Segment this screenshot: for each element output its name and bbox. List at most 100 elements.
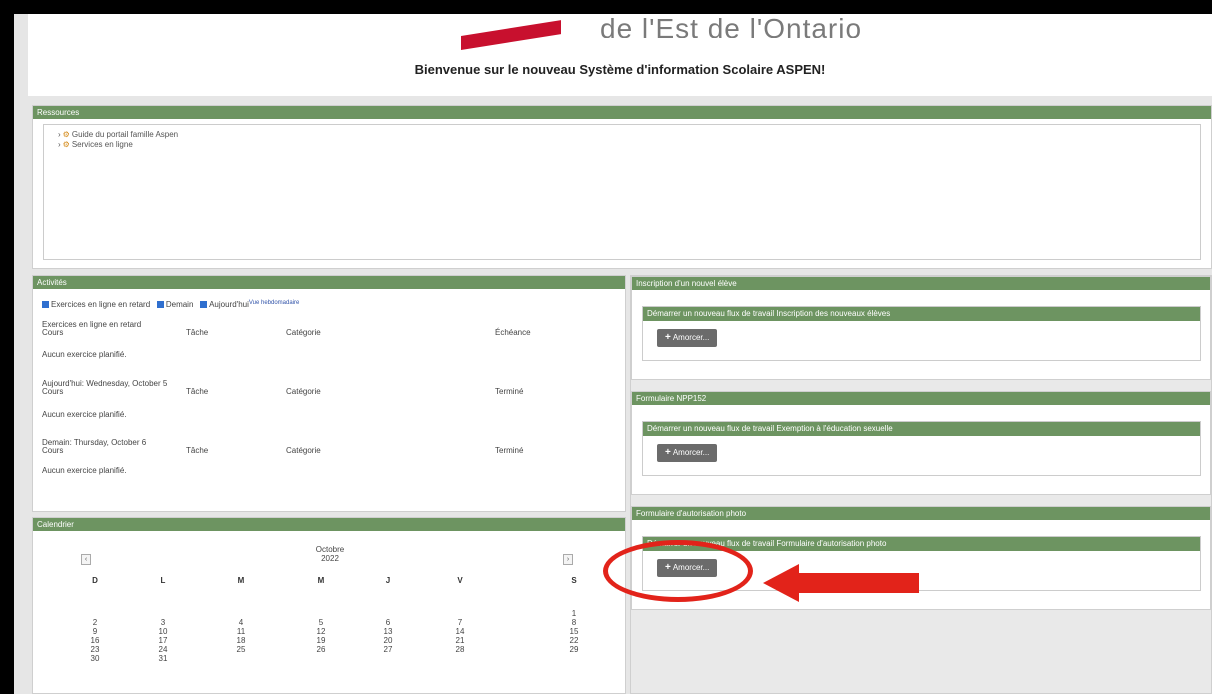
npp152-panel: Formulaire NPP152 Démarrer un nouveau fl… — [631, 391, 1211, 495]
npp152-header: Formulaire NPP152 — [632, 392, 1210, 405]
calendar-day[interactable]: 9 — [88, 627, 102, 636]
calendar-day[interactable]: 29 — [567, 645, 581, 654]
col-course: Cours — [42, 387, 64, 396]
calendar-day[interactable]: 8 — [567, 618, 581, 627]
arrow-head — [763, 564, 799, 602]
resources-tree: › ⚙ Guide du portail famille Aspen › ⚙ Servi… — [43, 124, 1201, 260]
calendar-day[interactable]: 12 — [314, 627, 328, 636]
gear-icon: ⚙ — [62, 140, 70, 149]
calendar-day[interactable]: 2 — [88, 618, 102, 627]
checkbox-today[interactable] — [200, 301, 208, 309]
calendar-day[interactable]: 20 — [381, 636, 395, 645]
new-student-panel: Inscription d'un nouvel élève Démarrer u… — [631, 276, 1211, 380]
workflow-subtitle: Démarrer un nouveau flux de travail Insc… — [643, 307, 1200, 321]
col-category: Catégorie — [286, 328, 321, 337]
calendar-day[interactable]: 28 — [453, 645, 467, 654]
expand-icon[interactable]: › — [58, 130, 61, 139]
resource-item-guide[interactable]: › ⚙ Guide du portail famille Aspen — [58, 130, 178, 139]
plus-icon: + — [665, 447, 671, 458]
calendar-day[interactable]: 31 — [156, 654, 170, 663]
col-category: Catégorie — [286, 446, 321, 455]
initiate-button[interactable]: + Amorcer... — [657, 444, 718, 462]
calendar-day[interactable]: 14 — [453, 627, 467, 636]
calendar-month: Octobre — [315, 545, 345, 554]
empty-message: Aucun exercice planifié. — [42, 410, 127, 419]
filter-today[interactable]: Aujourd'hui — [200, 300, 249, 309]
resource-label: Guide du portail famille Aspen — [71, 130, 179, 139]
calendar-day[interactable]: 7 — [453, 618, 467, 627]
right-column: Inscription d'un nouvel élève Démarrer u… — [630, 275, 1212, 694]
activity-filters: Exercices en ligne en retard Demain Aujo… — [42, 300, 299, 309]
col-task: Tâche — [186, 387, 209, 396]
new-student-workflow: Démarrer un nouveau flux de travail Insc… — [642, 306, 1201, 361]
calendar-day[interactable]: 25 — [234, 645, 248, 654]
col-done: Terminé — [495, 387, 524, 396]
calendar-day[interactable]: 11 — [234, 627, 248, 636]
resource-item-services[interactable]: › ⚙ Services en ligne — [58, 140, 133, 149]
calendar-day[interactable]: 26 — [314, 645, 328, 654]
calendar-day[interactable]: 24 — [156, 645, 170, 654]
col-course: Cours — [42, 328, 64, 337]
calendar-day[interactable]: 22 — [567, 636, 581, 645]
calendar-day[interactable]: 5 — [314, 618, 328, 627]
photo-auth-header: Formulaire d'autorisation photo — [632, 507, 1210, 520]
calendar-day[interactable]: 15 — [567, 627, 581, 636]
col-category: Catégorie — [286, 387, 321, 396]
resources-header: Ressources — [33, 106, 1211, 119]
day-of-week-header: D — [92, 576, 98, 585]
initiate-button[interactable]: + Amorcer... — [657, 329, 718, 347]
calendar-day[interactable]: 19 — [314, 636, 328, 645]
day-of-week-header: S — [571, 576, 577, 585]
banner: de l'Est de l'Ontario Bienvenue sur le n… — [28, 14, 1212, 96]
col-course: Cours — [42, 446, 64, 455]
plus-icon: + — [665, 332, 671, 343]
day-of-week-header: M — [317, 576, 325, 585]
calendar-day[interactable]: 23 — [88, 645, 102, 654]
highlight-circle — [603, 540, 753, 602]
prev-month-button[interactable]: ‹ — [81, 554, 91, 565]
calendar-day[interactable]: 3 — [156, 618, 170, 627]
empty-message: Aucun exercice planifié. — [42, 350, 127, 359]
calendar-day[interactable]: 13 — [381, 627, 395, 636]
filter-tomorrow[interactable]: Demain — [156, 300, 193, 309]
calendar-day[interactable]: 30 — [88, 654, 102, 663]
calendar-day[interactable]: 10 — [156, 627, 170, 636]
checkbox-overdue[interactable] — [42, 301, 49, 309]
workflow-subtitle: Démarrer un nouveau flux de travail Exem… — [643, 422, 1200, 436]
expand-icon[interactable]: › — [58, 140, 61, 149]
page: de l'Est de l'Ontario Bienvenue sur le n… — [14, 14, 1212, 694]
calendar-day[interactable]: 16 — [88, 636, 102, 645]
resources-panel: Ressources › ⚙ Guide du portail famille As… — [32, 105, 1212, 269]
calendar-header: Calendrier — [33, 518, 625, 531]
col-done: Terminé — [495, 446, 524, 455]
arrow-shaft — [798, 573, 919, 593]
calendar-day[interactable]: 4 — [234, 618, 248, 627]
calendar-day[interactable]: 1 — [567, 609, 581, 618]
day-of-week-header: L — [160, 576, 166, 585]
new-student-header: Inscription d'un nouvel élève — [632, 277, 1210, 290]
col-task: Tâche — [186, 328, 209, 337]
calendar-day[interactable]: 21 — [453, 636, 467, 645]
filter-overdue[interactable]: Exercices en ligne en retard — [42, 300, 150, 309]
npp152-workflow: Démarrer un nouveau flux de travail Exem… — [642, 421, 1201, 476]
board-logo-text: de l'Est de l'Ontario — [600, 18, 863, 38]
welcome-heading: Bienvenue sur le nouveau Système d'infor… — [414, 62, 826, 77]
calendar-day[interactable]: 18 — [234, 636, 248, 645]
day-of-week-header: V — [457, 576, 463, 585]
calendar-panel: Calendrier ‹ › Octobre 2022 DLMMJVS12345… — [32, 517, 626, 694]
calendar-day[interactable]: 17 — [156, 636, 170, 645]
activities-panel: Activités Exercices en ligne en retard D… — [32, 275, 626, 512]
calendar-day[interactable]: 27 — [381, 645, 395, 654]
empty-message: Aucun exercice planifié. — [42, 466, 127, 475]
weekly-view-link[interactable]: Vue hebdomadaire — [249, 300, 299, 306]
next-month-button[interactable]: › — [563, 554, 573, 565]
calendar-year: 2022 — [321, 554, 339, 563]
checkbox-tomorrow[interactable] — [156, 301, 164, 309]
col-task: Tâche — [186, 446, 209, 455]
day-of-week-header: J — [385, 576, 391, 585]
calendar-day[interactable]: 6 — [381, 618, 395, 627]
gear-icon: ⚙ — [62, 130, 70, 139]
day-of-week-header: M — [237, 576, 245, 585]
activities-header: Activités — [33, 276, 625, 289]
resource-label: Services en ligne — [71, 140, 133, 149]
